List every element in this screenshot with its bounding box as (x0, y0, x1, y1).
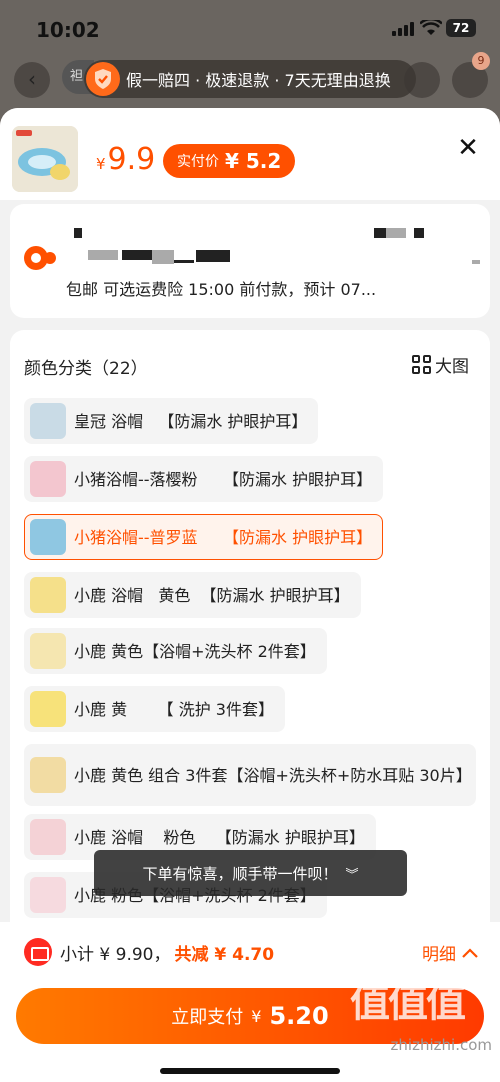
address-card[interactable]: 包邮 可选运费险 15:00 前付款，预计 07... (10, 204, 490, 318)
redacted-text (386, 228, 406, 238)
status-time: 10:02 (36, 18, 100, 42)
variant-section-title: 颜色分类（22） (24, 359, 148, 379)
variant-option[interactable]: 小猪浴帽--落樱粉 【防漏水 护眼护耳】 (24, 456, 384, 502)
variant-option[interactable]: 小鹿 黄 【 洗护 3件套】 (24, 686, 285, 732)
redacted-text (374, 228, 386, 238)
grid-icon (412, 355, 431, 374)
wifi-icon (419, 17, 443, 40)
variant-label: 小鹿 黄色【浴帽+洗头杯 2件套】 (74, 641, 316, 661)
variant-label: 皇冠 浴帽 【防漏水 护眼护耳】 (74, 411, 308, 431)
redacted-text (88, 250, 118, 260)
chevron-double-down-icon: ︾ (345, 867, 359, 883)
status-bar: 10:02 72 (0, 0, 500, 58)
sheet-header: ¥9.9 实付价 ¥ 5.2 ✕ (0, 108, 500, 200)
variant-label: 小鹿 浴帽 粉色 【防漏水 护眼护耳】 (74, 827, 365, 847)
redacted-text (472, 260, 480, 264)
variant-option[interactable]: 小鹿 黄色【浴帽+洗头杯 2件套】 (24, 628, 327, 674)
variant-thumbnail (30, 757, 66, 793)
variant-thumbnail (30, 519, 66, 555)
discount-amount: 共减 ¥ 4.70 (174, 945, 275, 965)
subtotal: 小计 ¥ 9.90， 共减 ¥ 4.70 (60, 940, 274, 965)
big-image-label: 大图 (435, 357, 469, 377)
variant-option[interactable]: 小鹿 黄色 组合 3件套【浴帽+洗头杯+防水耳贴 30片】 (24, 744, 476, 806)
guarantee-text: 假一赔四 · 极速退款 · 7天无理由退换 (126, 71, 391, 90)
variant-thumbnail (30, 691, 66, 727)
variant-thumbnail (30, 461, 66, 497)
variant-label: 小猪浴帽--普罗蓝 【防漏水 护眼护耳】 (74, 527, 373, 547)
promo-toast[interactable]: 下单有惊喜，顺手带一件呗！ ︾ (94, 850, 407, 896)
variant-thumbnail (30, 403, 66, 439)
shipping-info: 包邮 可选运费险 15:00 前付款，预计 07... (66, 280, 377, 299)
variant-option[interactable]: 小鹿 浴帽 黄色 【防漏水 护眼护耳】 (24, 572, 361, 618)
guarantee-banner: 假一赔四 · 极速退款 · 7天无理由退换 (84, 60, 416, 98)
cart-badge: 9 (472, 52, 490, 70)
variant-thumbnail (30, 577, 66, 613)
variant-thumbnail (30, 877, 66, 913)
coupon-icon (24, 938, 52, 966)
list-price: ¥9.9 (96, 142, 156, 177)
variant-option-selected[interactable]: 小猪浴帽--普罗蓝 【防漏水 护眼护耳】 (24, 514, 384, 560)
pay-now-label: 立即支付 (171, 1007, 244, 1028)
actual-price-pill: 实付价 ¥ 5.2 (163, 144, 296, 178)
big-image-button[interactable]: 大图 (412, 352, 469, 377)
pay-currency: ¥ (251, 1006, 262, 1026)
variant-label: 小猪浴帽--落樱粉 【防漏水 护眼护耳】 (74, 469, 373, 489)
checkout-bar: 小计 ¥ 9.90， 共减 ¥ 4.70 明细 立即支付 ¥ 5.20 (0, 922, 500, 1082)
detail-button[interactable]: 明细 (422, 940, 478, 965)
toast-text: 下单有惊喜，顺手带一件呗！ (142, 864, 338, 883)
battery-indicator: 72 (446, 19, 476, 37)
variant-option[interactable]: 皇冠 浴帽 【防漏水 护眼护耳】 (24, 398, 319, 444)
redacted-text (152, 250, 174, 264)
redacted-text (122, 250, 152, 260)
location-icon (24, 246, 56, 270)
variant-thumbnail (30, 819, 66, 855)
variant-thumbnail (30, 633, 66, 669)
redacted-text (174, 260, 194, 263)
detail-label: 明细 (422, 945, 456, 965)
redacted-text (196, 250, 230, 262)
home-indicator (160, 1068, 340, 1074)
pay-amount: 5.20 (269, 1002, 329, 1030)
variant-label: 小鹿 黄色 组合 3件套【浴帽+洗头杯+防水耳贴 30片】 (74, 765, 472, 785)
close-icon[interactable]: ✕ (454, 134, 482, 162)
subtotal-amount: 小计 ¥ 9.90， (60, 945, 171, 965)
chevron-up-icon (462, 947, 478, 958)
shield-check-icon (86, 62, 120, 96)
product-thumbnail[interactable] (12, 126, 78, 192)
redacted-text (414, 228, 424, 238)
variant-label: 小鹿 浴帽 黄色 【防漏水 护眼护耳】 (74, 585, 350, 605)
back-button[interactable]: ‹ (14, 62, 50, 98)
signal-icon (392, 22, 414, 36)
pay-now-button[interactable]: 立即支付 ¥ 5.20 (16, 988, 484, 1044)
redacted-text (74, 228, 82, 238)
variant-label: 小鹿 黄 【 洗护 3件套】 (74, 699, 274, 719)
